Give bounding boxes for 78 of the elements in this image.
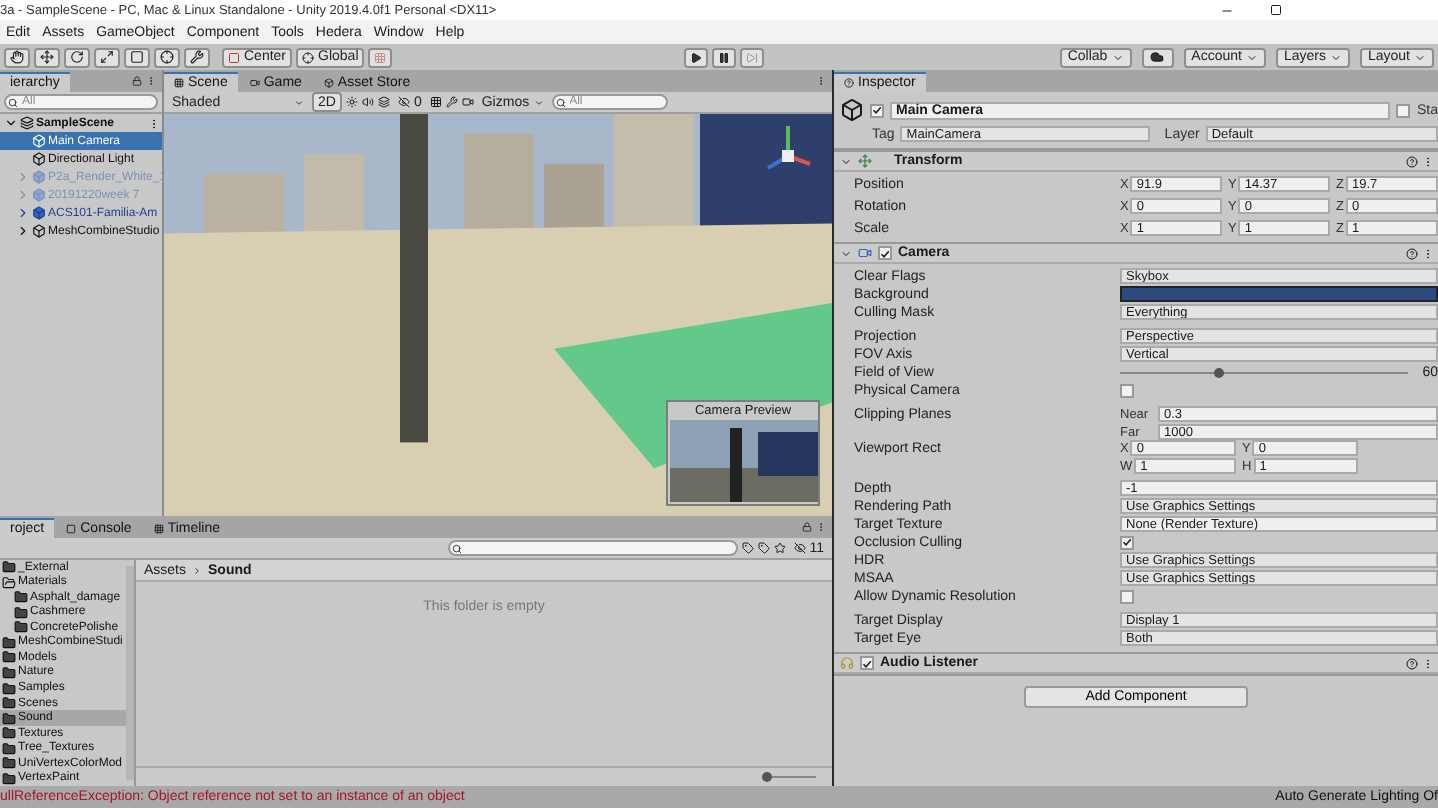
play-icon (689, 51, 702, 63)
rotate-icon (70, 50, 84, 64)
scrollbar[interactable] (126, 566, 134, 780)
checkmark-icon (862, 657, 872, 669)
eye-off-icon (793, 542, 806, 554)
rotate-tool-button[interactable] (64, 47, 90, 67)
grid-icon (429, 96, 442, 108)
checkbox[interactable] (1396, 103, 1411, 117)
step-icon (745, 51, 758, 63)
search-field[interactable] (447, 540, 738, 556)
restore-icon (1270, 3, 1282, 15)
camera-icon (858, 246, 872, 260)
crosshair-icon (160, 50, 174, 64)
wrench-icon (190, 50, 204, 64)
transform-icon (858, 154, 872, 168)
checkmark-icon (872, 104, 882, 116)
wrench-icon (445, 96, 458, 108)
light-bulb-icon (345, 96, 358, 108)
headphones-icon (840, 656, 854, 670)
checkbox[interactable] (1120, 589, 1134, 603)
play-button[interactable] (683, 47, 708, 67)
eye-off-icon (397, 96, 410, 108)
checkbox[interactable] (870, 103, 884, 117)
help-icon (1406, 247, 1418, 259)
rect-tool-button[interactable] (124, 47, 150, 67)
search-icon (451, 543, 462, 553)
checkmark-icon (880, 247, 890, 259)
hand-tool-button[interactable] (4, 47, 30, 67)
caret-icon (1414, 51, 1427, 63)
cloud-icon (1150, 50, 1165, 64)
grid-icon (374, 51, 387, 63)
speaker-icon (361, 96, 374, 108)
caret-icon (1245, 51, 1258, 63)
search-icon (555, 97, 566, 107)
lock-icon (132, 76, 142, 86)
scale-icon (100, 50, 114, 64)
cube-icon (32, 152, 46, 166)
slider-thumb[interactable] (1213, 367, 1224, 377)
caret-icon (1329, 51, 1342, 63)
cube-icon (32, 206, 46, 220)
snap-button[interactable] (368, 47, 393, 67)
camera-icon (461, 96, 474, 108)
cube-icon (32, 170, 46, 184)
cloud-button[interactable] (1141, 47, 1174, 67)
pause-button[interactable] (711, 47, 736, 67)
caret-icon (294, 97, 304, 107)
cube-icon (32, 134, 46, 148)
move-tool-button[interactable] (34, 47, 60, 67)
caret-icon (840, 155, 852, 167)
label-icon (757, 542, 770, 554)
cube-icon (32, 188, 46, 202)
cube-icon (840, 98, 864, 122)
scale-tool-button[interactable] (94, 47, 120, 67)
chevron-icon (192, 565, 203, 575)
cube-icon (32, 224, 46, 238)
checkmark-icon (1122, 536, 1132, 548)
search-icon (8, 97, 18, 107)
transform-tool-button[interactable] (154, 47, 180, 67)
help-icon (1406, 657, 1418, 669)
checkbox[interactable] (878, 246, 892, 260)
help-icon (1406, 155, 1418, 167)
color-field[interactable] (1120, 286, 1438, 302)
checkbox[interactable] (1120, 535, 1134, 549)
custom-tool-button[interactable] (184, 47, 210, 67)
restore-button[interactable] (1270, 3, 1282, 17)
caret-icon (840, 247, 852, 259)
checkbox[interactable] (860, 656, 874, 670)
lock-icon (802, 522, 812, 532)
slider-thumb[interactable] (762, 772, 773, 782)
grid-icon (174, 78, 184, 88)
caret-icon (1111, 51, 1124, 63)
rect-icon (130, 50, 144, 64)
star-icon (773, 542, 786, 554)
pause-icon (717, 51, 730, 63)
move-icon (40, 50, 54, 64)
hand-icon (10, 50, 24, 64)
caret-icon (533, 97, 544, 107)
checkbox[interactable] (1120, 383, 1134, 397)
